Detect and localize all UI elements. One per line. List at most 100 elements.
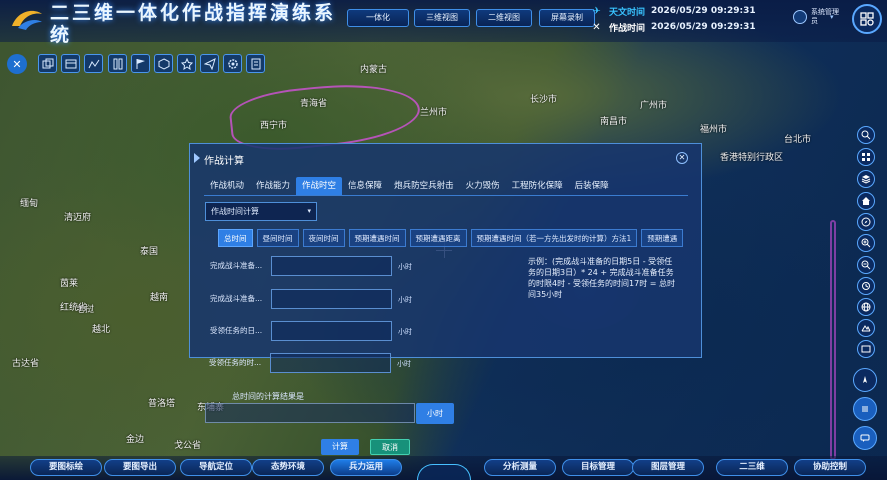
layers-button[interactable]: [857, 170, 875, 188]
tool-settings-button[interactable]: [223, 54, 242, 73]
select-value: 作战时间计算: [211, 207, 259, 216]
field-row: 完成战斗准备... 小时: [210, 256, 450, 276]
bottom-nav-plotting[interactable]: 要图标绘: [30, 459, 102, 476]
compass-button[interactable]: [857, 213, 875, 231]
app-title: 二三维一体化作战指挥演练系统: [50, 2, 337, 46]
tab-artillery[interactable]: 炮兵防空兵射击: [388, 177, 460, 195]
tool-export-button[interactable]: [246, 54, 265, 73]
dialog-title: 作战计算: [204, 156, 244, 167]
map-label: 古达省: [12, 359, 40, 369]
tab-maneuver[interactable]: 作战机动: [204, 177, 250, 195]
field-unit: 小时: [398, 328, 412, 336]
tab-info-support[interactable]: 信息保障: [342, 177, 388, 195]
bottom-nav-targets[interactable]: 目标管理: [562, 459, 634, 476]
close-toolbar-button[interactable]: ✕: [7, 54, 27, 74]
map-label: 戈公省: [174, 441, 202, 451]
send-icon: [203, 57, 216, 70]
map-label: 内蒙古: [360, 65, 388, 75]
tool-panel-button[interactable]: [61, 54, 80, 73]
field-row: 完成战斗准备... 小时: [210, 289, 450, 309]
history-icon: [862, 282, 870, 290]
globe-button[interactable]: [857, 298, 875, 316]
menu-toggle-button[interactable]: [853, 397, 877, 421]
zoom-out-icon: [861, 260, 871, 270]
compass-icon: [861, 217, 871, 227]
field-unit: 小时: [397, 360, 411, 368]
screen-button[interactable]: [857, 340, 875, 358]
search-icon: [861, 130, 871, 140]
field-input[interactable]: [271, 256, 392, 276]
navigation-compass-button[interactable]: [853, 368, 877, 392]
calculate-button[interactable]: 计算: [321, 439, 359, 455]
bottom-nav-export[interactable]: 要图导出: [104, 459, 176, 476]
gear-icon: [227, 58, 238, 69]
subtab-day-time[interactable]: 昼间时间: [256, 229, 299, 247]
system-menu-button[interactable]: [852, 4, 882, 34]
chevron-down-icon: ▾: [830, 13, 834, 21]
nav-integrated-button[interactable]: 一体化: [347, 9, 409, 27]
bottom-nav-2d3d[interactable]: 二三维: [716, 459, 788, 476]
bottom-nav-navigation[interactable]: 导航定位: [180, 459, 252, 476]
subtab-encounter-distance[interactable]: 预期遭遇距离: [409, 229, 467, 247]
dialog-close-button[interactable]: ✕: [676, 152, 688, 164]
nav-3d-view-button[interactable]: 三维视图: [414, 9, 470, 27]
tab-logistics[interactable]: 后装保障: [569, 177, 615, 195]
grid-button[interactable]: [857, 148, 875, 166]
bottom-nav-analysis[interactable]: 分析测量: [484, 459, 556, 476]
nav-screen-record-button[interactable]: 屏幕录制: [539, 9, 595, 27]
tab-time-space[interactable]: 作战时空: [296, 177, 343, 195]
copy-icon: [42, 58, 53, 68]
field-row: 受领任务的时... 小时: [209, 353, 449, 373]
subtab-encounter-time[interactable]: 预期遭遇时间: [348, 229, 406, 247]
field-input[interactable]: [271, 289, 392, 309]
tool-cube-button[interactable]: [154, 54, 173, 73]
bottom-nav-layers[interactable]: 图层管理: [632, 459, 704, 476]
app-logo-icon: [8, 4, 46, 34]
chevron-down-icon: ▾: [307, 207, 311, 215]
bottom-nav-force[interactable]: 兵力运用: [330, 459, 402, 476]
combat-calc-dialog: 作战计算 ✕ 作战机动 作战能力 作战时空 信息保障 炮兵防空兵射击 火力毁伤 …: [189, 143, 702, 358]
field-label: 受领任务的日...: [210, 326, 263, 335]
field-input[interactable]: [271, 321, 392, 341]
subtab-encounter-more[interactable]: 预期遭遇: [641, 229, 684, 247]
unit-button[interactable]: 小时: [416, 403, 454, 424]
bottom-nav-situation[interactable]: 态势环境: [252, 459, 324, 476]
tool-layers-button[interactable]: [38, 54, 57, 73]
tool-book-button[interactable]: [108, 54, 127, 73]
tool-gear-button[interactable]: [177, 54, 196, 73]
grid-icon: [860, 12, 874, 26]
zoom-out-button[interactable]: [857, 256, 875, 274]
field-input[interactable]: [270, 353, 391, 373]
history-button[interactable]: [857, 277, 875, 295]
subtab-encounter-method1[interactable]: 预期遭遇时间（若一方先出发时的计算）方法1: [470, 229, 638, 247]
center-emblem: [417, 464, 471, 480]
document-icon: [251, 58, 260, 69]
tab-engineering[interactable]: 工程防化保障: [506, 177, 569, 195]
zoom-in-button[interactable]: [857, 234, 875, 252]
map-label: 兰州市: [420, 108, 448, 118]
chat-icon: [860, 434, 870, 442]
result-input[interactable]: [205, 403, 415, 423]
subtab-total-time[interactable]: 总时间: [218, 229, 253, 247]
map-label: 红统省: [60, 303, 88, 313]
bottom-nav-assist[interactable]: 协助控制: [794, 459, 866, 476]
cancel-button[interactable]: 取消: [370, 439, 410, 455]
search-button[interactable]: [857, 126, 875, 144]
navigation-icon: [863, 376, 867, 383]
user-menu[interactable]: 系统管理员 ▾: [793, 8, 843, 30]
nav-2d-view-button[interactable]: 二维视图: [476, 9, 532, 27]
tab-capability[interactable]: 作战能力: [250, 177, 296, 195]
map-label: 普洛塔: [148, 399, 176, 409]
calc-tabs: 作战机动 作战能力 作战时空 信息保障 炮兵防空兵射击 火力毁伤 工程防化保障 …: [204, 177, 688, 196]
chat-button[interactable]: [853, 426, 877, 450]
tool-route-button[interactable]: [84, 54, 103, 73]
home-button[interactable]: [857, 192, 875, 210]
calc-type-select[interactable]: 作战时间计算 ▾: [205, 202, 317, 221]
subtab-night-time[interactable]: 夜间时间: [302, 229, 345, 247]
tool-send-button[interactable]: [200, 54, 219, 73]
op-time-row: ✕ 作战时间 2026/05/29 09:29:31: [590, 19, 760, 35]
field-label: 完成战斗准备...: [210, 294, 263, 303]
tool-flag-button[interactable]: [131, 54, 150, 73]
tab-fire-damage[interactable]: 火力毁伤: [460, 177, 506, 195]
terrain-button[interactable]: [857, 319, 875, 337]
